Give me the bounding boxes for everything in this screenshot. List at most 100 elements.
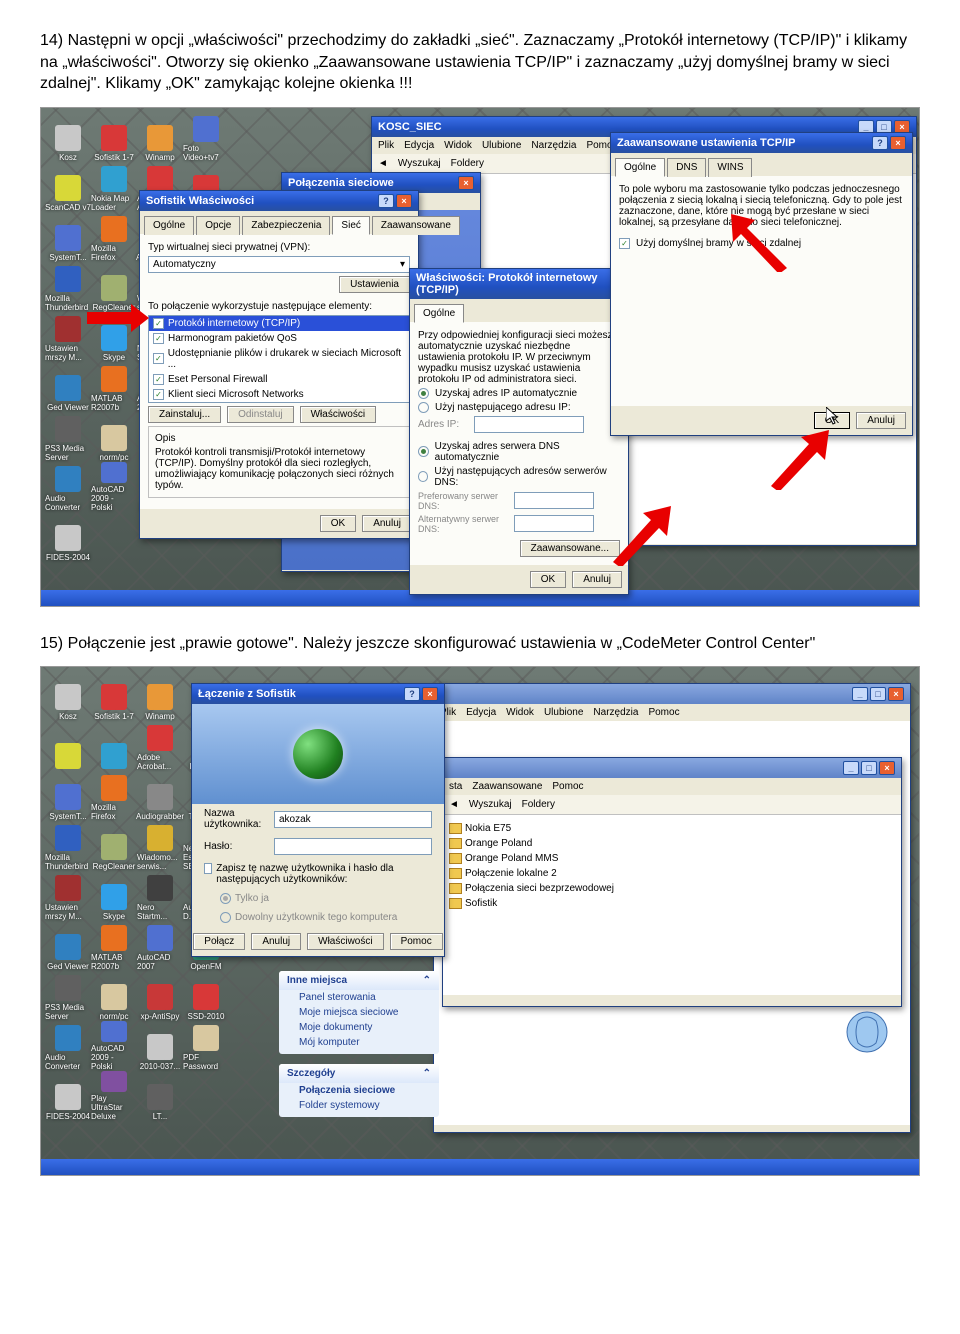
toolbar-back-icon[interactable]: ◄ bbox=[449, 799, 459, 810]
desktop-icon[interactable]: Kosz bbox=[45, 671, 91, 721]
list-item[interactable]: ✓Eset Personal Firewall bbox=[149, 372, 409, 387]
password-input[interactable] bbox=[274, 838, 432, 855]
desktop-icon[interactable]: Ustawien mrszy M... bbox=[45, 312, 91, 362]
desktop-icon[interactable]: Mozilla Firefox bbox=[91, 771, 137, 821]
desktop-icon[interactable]: xp-AntiSpy bbox=[137, 971, 183, 1021]
settings-button[interactable]: Ustawienia bbox=[339, 276, 410, 293]
cancel-button[interactable]: Anuluj bbox=[572, 571, 622, 588]
maximize-icon[interactable]: □ bbox=[870, 687, 886, 701]
desktop-icon[interactable] bbox=[45, 721, 91, 771]
menu-item[interactable]: Widok bbox=[506, 707, 534, 718]
desktop-icon[interactable]: FIDES-2004 bbox=[45, 1071, 91, 1121]
desktop-icon[interactable]: 2010-037... bbox=[137, 1021, 183, 1071]
menu-item[interactable]: Widok bbox=[444, 140, 472, 151]
tab-zaawansowane[interactable]: Zaawansowane bbox=[372, 216, 460, 235]
components-list[interactable]: ✓Protokół internetowy (TCP/IP)✓Harmonogr… bbox=[148, 315, 410, 403]
desktop-icon[interactable]: MATLAB R2007b bbox=[91, 921, 137, 971]
desktop-icon[interactable]: RegCleaner bbox=[91, 821, 137, 871]
desktop-icon[interactable]: PDF Password bbox=[183, 1021, 229, 1071]
desktop-icon[interactable]: Winamp bbox=[137, 112, 183, 162]
list-item[interactable]: ✓Klient sieci Microsoft Networks bbox=[149, 387, 409, 402]
desktop-icon[interactable]: Ged Viewer bbox=[45, 921, 91, 971]
help-icon[interactable]: ? bbox=[404, 687, 420, 701]
close-icon[interactable]: × bbox=[422, 687, 438, 701]
save-credentials-checkbox[interactable] bbox=[204, 863, 212, 874]
chevron-icon[interactable]: ⌃ bbox=[423, 975, 431, 986]
desktop-icon[interactable]: SystemT... bbox=[45, 771, 91, 821]
desktop-icon[interactable]: Foto Video+tv7 bbox=[183, 112, 229, 162]
radio-manual-dns[interactable] bbox=[418, 471, 428, 482]
folder-item[interactable]: Połączenie lokalne 2 bbox=[449, 866, 895, 881]
desktop-icon[interactable]: SSD-2010 bbox=[183, 971, 229, 1021]
folder-item[interactable]: Połączenia sieci bezprzewodowej bbox=[449, 881, 895, 896]
minimize-icon[interactable]: _ bbox=[843, 761, 859, 775]
desktop-icon[interactable]: PS3 Media Server bbox=[45, 412, 91, 462]
desktop-icon[interactable]: Sofistik 1-7 bbox=[91, 671, 137, 721]
minimize-icon[interactable]: _ bbox=[852, 687, 868, 701]
checkbox-icon[interactable]: ✓ bbox=[153, 333, 164, 344]
tab-opcje[interactable]: Opcje bbox=[196, 216, 240, 235]
tab-general[interactable]: Ogólne bbox=[414, 304, 464, 323]
desktop-icon[interactable]: norm/pc bbox=[91, 412, 137, 462]
menu-item[interactable]: Edycja bbox=[466, 707, 496, 718]
właściwości-button[interactable]: Właściwości bbox=[307, 933, 383, 950]
toolbar-search[interactable]: Wyszukaj bbox=[398, 158, 441, 169]
cancel-button[interactable]: Anuluj bbox=[362, 515, 412, 532]
desktop-icon[interactable]: Nero Startm... bbox=[137, 871, 183, 921]
list-item[interactable]: ✓Udostępnianie plików i drukarek w sieci… bbox=[149, 346, 409, 372]
desktop-icon[interactable]: Mozilla Thunderbird bbox=[45, 262, 91, 312]
menu-item[interactable]: Narzędzia bbox=[593, 707, 638, 718]
help-icon[interactable]: ? bbox=[378, 194, 394, 208]
menu-item[interactable]: Ulubione bbox=[544, 707, 583, 718]
close-icon[interactable]: × bbox=[879, 761, 895, 775]
desktop-icon[interactable]: Ustawien mrszy M... bbox=[45, 871, 91, 921]
desktop-icon[interactable]: AutoCAD 2007 bbox=[137, 921, 183, 971]
checkbox-icon[interactable]: ✓ bbox=[153, 374, 164, 385]
desktop-icon[interactable]: ScanCAD v7 bbox=[45, 162, 91, 212]
desktop-icon[interactable]: AutoCAD 2009 - Polski bbox=[91, 1021, 137, 1071]
help-icon[interactable]: ? bbox=[872, 136, 888, 150]
task-link[interactable]: Moje miejsca sieciowe bbox=[279, 1005, 439, 1020]
checkbox-icon[interactable]: ✓ bbox=[153, 353, 164, 364]
folder-item[interactable]: Orange Poland bbox=[449, 836, 895, 851]
folder-item[interactable]: Nokia E75 bbox=[449, 821, 895, 836]
menu-item[interactable]: Edycja bbox=[404, 140, 434, 151]
desktop-icon[interactable]: LT... bbox=[137, 1071, 183, 1121]
vpn-type-select[interactable]: Automatyczny ▾ bbox=[148, 256, 410, 273]
menu-item[interactable]: Narzędzia bbox=[531, 140, 576, 151]
pomoc-button[interactable]: Pomoc bbox=[390, 933, 443, 950]
ok-button[interactable]: OK bbox=[530, 571, 566, 588]
task-link[interactable]: Mój komputer bbox=[279, 1035, 439, 1050]
checkbox-icon[interactable]: ✓ bbox=[153, 318, 164, 329]
menu-item[interactable]: Ulubione bbox=[482, 140, 521, 151]
install-button[interactable]: Zainstaluj... bbox=[148, 406, 221, 423]
desktop-icon[interactable]: FIDES-2004 bbox=[45, 512, 91, 562]
desktop-icon[interactable]: Winamp bbox=[137, 671, 183, 721]
desktop-icon[interactable]: Mozilla Thunderbird bbox=[45, 821, 91, 871]
radio-manual-ip[interactable] bbox=[418, 402, 429, 413]
folder-item[interactable]: Orange Poland MMS bbox=[449, 851, 895, 866]
desktop-icon[interactable]: Skype bbox=[91, 871, 137, 921]
desktop-icon[interactable]: Play UltraStar Deluxe bbox=[91, 1071, 137, 1121]
desktop-icon[interactable]: Ged Viewer bbox=[45, 362, 91, 412]
toolbar-folders[interactable]: Foldery bbox=[451, 158, 484, 169]
radio-auto-dns[interactable] bbox=[418, 446, 429, 457]
properties-button[interactable]: Właściwości bbox=[300, 406, 376, 423]
close-icon[interactable]: × bbox=[890, 136, 906, 150]
tab-zabezpieczenia[interactable]: Zabezpieczenia bbox=[242, 216, 330, 235]
desktop-icon[interactable]: Audio Converter bbox=[45, 462, 91, 512]
desktop-icon[interactable]: PS3 Media Server bbox=[45, 971, 91, 1021]
list-item[interactable]: ✓Protokół internetowy (TCP/IP) bbox=[149, 316, 409, 331]
połącz-button[interactable]: Połącz bbox=[193, 933, 245, 950]
desktop-icon[interactable]: AutoCAD 2009 - Polski bbox=[91, 462, 137, 512]
close-icon[interactable]: × bbox=[396, 194, 412, 208]
task-link[interactable]: Moje dokumenty bbox=[279, 1020, 439, 1035]
menu-item[interactable]: Plik bbox=[378, 140, 394, 151]
checkbox-icon[interactable]: ✓ bbox=[153, 389, 164, 400]
use-default-gateway-checkbox[interactable]: ✓ bbox=[619, 238, 630, 249]
close-icon[interactable]: × bbox=[458, 176, 474, 190]
desktop-icon[interactable]: MATLAB R2007b bbox=[91, 362, 137, 412]
menu-item[interactable]: Pomoc bbox=[648, 707, 679, 718]
desktop-icon[interactable]: Wiadomo... serwis... bbox=[137, 821, 183, 871]
desktop-icon[interactable]: SystemT... bbox=[45, 212, 91, 262]
